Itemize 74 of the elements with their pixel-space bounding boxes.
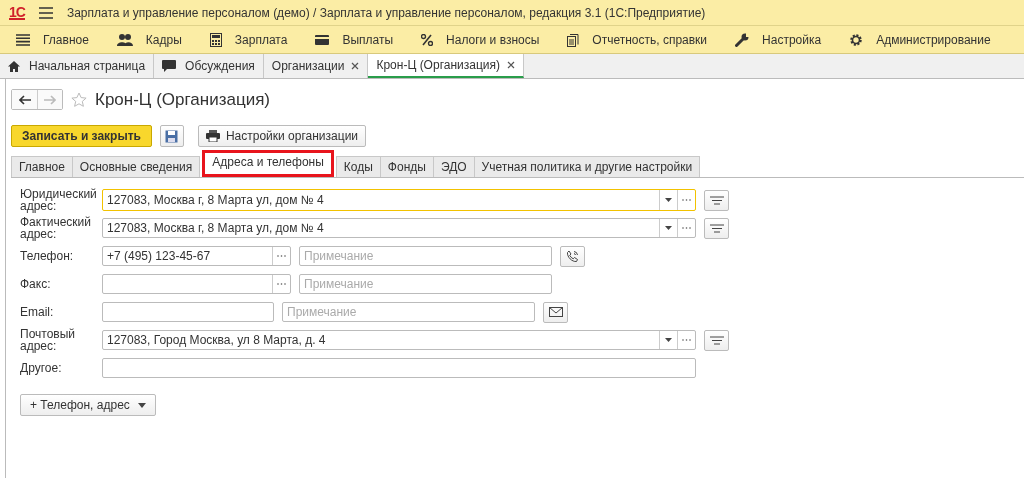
- add-contact-button[interactable]: + Телефон, адрес: [20, 394, 156, 416]
- save-close-button[interactable]: Записать и закрыть: [11, 125, 152, 147]
- list-menu-button[interactable]: [704, 329, 729, 351]
- menu-item[interactable]: Выплаты: [315, 32, 394, 47]
- mail-button[interactable]: [543, 301, 568, 323]
- envelope-icon: [548, 307, 563, 317]
- page-tab[interactable]: Крон-Ц (Организация): [368, 54, 524, 78]
- form-tab[interactable]: Основные сведения: [71, 156, 201, 177]
- close-icon[interactable]: [507, 61, 515, 69]
- list-menu-button[interactable]: [704, 217, 729, 239]
- app-logo: 1С: [9, 5, 25, 20]
- field-label: Почтовый адрес:: [20, 328, 77, 352]
- note-field[interactable]: Примечание: [299, 246, 552, 266]
- list-icon: [16, 33, 30, 46]
- dropdown-icon[interactable]: [665, 198, 672, 202]
- field-label: Другое:: [20, 362, 63, 374]
- printer-icon: [205, 130, 220, 142]
- menu-item[interactable]: Настройка: [735, 32, 822, 47]
- menu-item[interactable]: Налоги и взносы: [421, 32, 540, 47]
- back-button[interactable]: [12, 90, 37, 109]
- page-tab[interactable]: Обсуждения: [154, 54, 264, 78]
- form-tab[interactable]: Адреса и телефоны: [202, 150, 334, 177]
- field-label: Юридический адрес:: [20, 188, 94, 212]
- phone-field[interactable]: +7 (495) 123-45-67: [102, 246, 291, 266]
- address-field[interactable]: 127083, Москва г, 8 Марта ул, дом № 4: [102, 189, 696, 211]
- menu-item[interactable]: Администрирование: [849, 32, 991, 47]
- lines-icon: [709, 195, 724, 205]
- field-label: Фактический адрес:: [20, 216, 92, 240]
- menu-item[interactable]: Главное: [16, 32, 89, 47]
- wrench-icon: [735, 32, 750, 47]
- menu-item[interactable]: Отчетность, справки: [567, 32, 708, 47]
- lines-icon: [709, 335, 724, 345]
- chat-icon: [162, 60, 177, 72]
- close-icon[interactable]: [351, 62, 360, 70]
- call-button[interactable]: [560, 245, 585, 267]
- phone-field[interactable]: [102, 274, 291, 294]
- phone-icon: [566, 249, 579, 263]
- documents-icon: [567, 32, 580, 47]
- window-title: Зарплата и управление персоналом (демо) / Зарплата и управление персоналом, редакция 3.1 (1С:Предприятие): [66, 5, 706, 20]
- dropdown-icon[interactable]: [665, 226, 672, 230]
- menu-item[interactable]: Зарплата: [209, 32, 288, 47]
- settings-button[interactable]: Настройки организации: [197, 125, 367, 147]
- form-tab[interactable]: Фонды: [379, 156, 434, 177]
- address-field[interactable]: 127083, Город Москва, ул 8 Марта, д. 4: [102, 330, 696, 350]
- left-arrow-icon: [18, 94, 31, 105]
- percent-icon: [421, 33, 434, 46]
- field-label: Факс:: [20, 278, 52, 290]
- calculator-icon: [209, 32, 222, 47]
- star-icon[interactable]: [71, 91, 87, 108]
- dropdown-icon[interactable]: [665, 338, 672, 342]
- save-button[interactable]: [159, 125, 184, 147]
- form-tab[interactable]: Главное: [11, 156, 73, 177]
- right-arrow-icon: [44, 94, 56, 105]
- form-tab[interactable]: Учетная политика и другие настройки: [473, 156, 701, 177]
- page-tab[interactable]: Начальная страница: [0, 54, 155, 78]
- list-menu-button[interactable]: [704, 189, 729, 211]
- gear-icon: [849, 32, 864, 47]
- home-icon: [8, 60, 20, 72]
- field-label: Email:: [20, 306, 55, 318]
- email-field[interactable]: [102, 302, 274, 322]
- field-label: Телефон:: [20, 250, 75, 262]
- card-icon: [315, 34, 330, 45]
- other-field[interactable]: [102, 358, 696, 378]
- address-field[interactable]: 127083, Москва г, 8 Марта ул, дом № 4: [102, 218, 696, 238]
- note-field[interactable]: Примечание: [282, 302, 535, 322]
- lines-icon: [709, 223, 724, 233]
- form-tab[interactable]: ЭДО: [432, 156, 475, 177]
- note-field[interactable]: Примечание: [299, 274, 552, 294]
- form-title: Крон-Ц (Организация): [95, 89, 270, 110]
- people-icon: [116, 33, 133, 46]
- form-tab[interactable]: Коды: [335, 156, 381, 177]
- caret-icon: [137, 402, 146, 408]
- menu-icon[interactable]: [38, 6, 53, 19]
- menu-item[interactable]: Кадры: [116, 32, 182, 47]
